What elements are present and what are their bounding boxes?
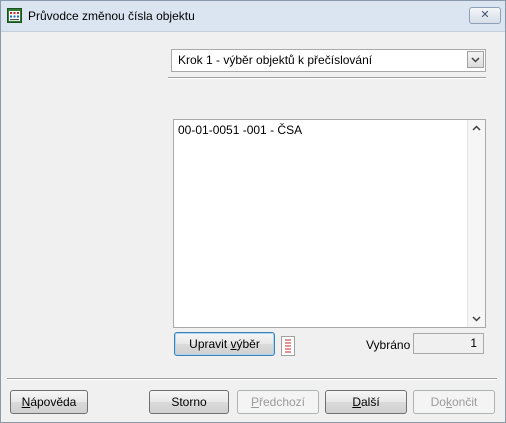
vertical-scrollbar[interactable] bbox=[467, 120, 485, 327]
close-icon: ✕ bbox=[480, 9, 490, 21]
edit-selection-button[interactable]: Upravit výběr bbox=[174, 332, 275, 356]
selected-count-field: 1 bbox=[413, 333, 484, 354]
wizard-dialog: Průvodce změnou čísla objektu ✕ Krok 1 -… bbox=[0, 0, 506, 423]
header-separator bbox=[168, 77, 486, 79]
step-dropdown[interactable]: Krok 1 - výběr objektů k přečíslování bbox=[171, 49, 486, 72]
edit-selection-label-suffix: ýběr bbox=[236, 337, 260, 351]
dropdown-button[interactable] bbox=[467, 51, 484, 68]
list-lines-icon bbox=[285, 339, 291, 353]
close-button[interactable]: ✕ bbox=[469, 7, 501, 24]
next-button[interactable]: Další bbox=[325, 390, 407, 414]
next-label-hotkey: D bbox=[352, 395, 361, 409]
finish-button[interactable]: Dokončit bbox=[413, 390, 495, 414]
list-options-icon[interactable] bbox=[281, 336, 295, 356]
app-grid-icon bbox=[7, 8, 22, 23]
cancel-label: Storno bbox=[171, 395, 207, 409]
previous-button[interactable]: Předchozí bbox=[237, 390, 319, 414]
help-label-hotkey: N bbox=[21, 395, 31, 409]
help-label-rest: ápověda bbox=[30, 395, 77, 409]
scroll-up-arrow-icon[interactable] bbox=[471, 123, 482, 134]
chevron-down-icon bbox=[471, 57, 480, 63]
selected-count-label: Vybráno bbox=[366, 338, 411, 352]
scroll-down-arrow-icon[interactable] bbox=[471, 313, 482, 324]
title-bar[interactable]: Průvodce změnou čísla objektu ✕ bbox=[1, 1, 505, 32]
window-title: Průvodce změnou čísla objektu bbox=[28, 9, 195, 23]
previous-label-rest: ředchozí bbox=[258, 395, 306, 409]
help-button[interactable]: Nápověda bbox=[10, 390, 88, 414]
objects-list[interactable]: 00-01-0051 -001 - ČSA bbox=[173, 119, 486, 328]
list-item[interactable]: 00-01-0051 -001 - ČSA bbox=[178, 123, 302, 137]
footer-separator bbox=[7, 378, 497, 380]
cancel-button[interactable]: Storno bbox=[149, 390, 229, 414]
edit-selection-label-prefix: Upravit bbox=[189, 337, 231, 351]
finish-label-rest: ončit bbox=[451, 395, 478, 409]
previous-label-hotkey: P bbox=[250, 395, 259, 409]
next-label-rest: alší bbox=[360, 395, 380, 409]
step-dropdown-value: Krok 1 - výběr objektů k přečíslování bbox=[178, 53, 373, 67]
finish-label-prefix: Do bbox=[430, 395, 446, 409]
